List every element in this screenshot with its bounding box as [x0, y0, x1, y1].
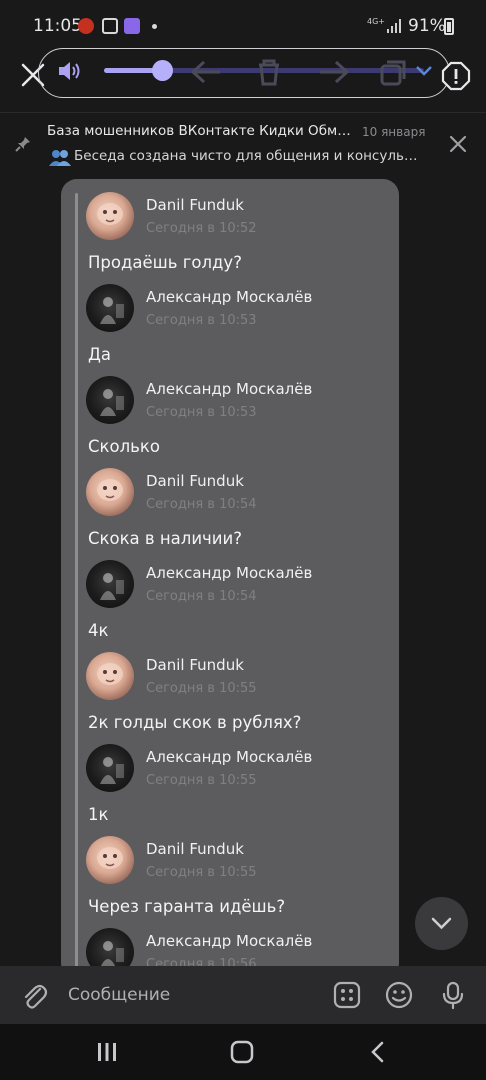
scroll-down-button[interactable] — [415, 897, 468, 950]
message-text: 2к голды скок в рублях? — [88, 713, 302, 732]
avatar-face-icon — [97, 203, 123, 225]
message-time: Сегодня в 10:54 — [146, 589, 257, 604]
message-input[interactable]: Сообщение — [68, 985, 170, 1005]
chevron-down-icon — [431, 917, 452, 930]
message-author[interactable]: Александр Москалёв — [146, 380, 312, 398]
people-emoji-icon — [49, 150, 71, 166]
message-time: Сегодня в 10:55 — [146, 681, 257, 696]
message-input-bar: Сообщение — [0, 966, 486, 1024]
report-icon[interactable] — [441, 61, 471, 91]
message-text: Через гаранта идёшь? — [88, 897, 286, 916]
emoji-icon[interactable] — [384, 980, 414, 1010]
network-type: 4G+ — [367, 17, 385, 26]
pin-icon — [15, 137, 30, 152]
notification-app-icon — [78, 18, 94, 34]
avatar[interactable] — [86, 284, 134, 332]
avatar-figure-icon — [100, 757, 124, 784]
selection-toolbar — [0, 44, 486, 104]
message-text: Скока в наличии? — [88, 529, 242, 548]
avatar-face-icon — [97, 479, 123, 501]
avatar-face-icon — [97, 663, 123, 685]
message-time: Сегодня в 10:55 — [146, 773, 257, 788]
forward-icon[interactable] — [316, 58, 350, 86]
avatar-figure-icon — [100, 297, 124, 324]
avatar-face-icon — [97, 847, 123, 869]
message-entry[interactable]: Danil Funduk Сегодня в 10:55 Через гаранта… — [61, 828, 399, 920]
signal-icon — [387, 19, 401, 33]
avatar-figure-icon — [100, 389, 124, 416]
avatar[interactable] — [86, 836, 134, 884]
message-time: Сегодня в 10:53 — [146, 313, 257, 328]
pinned-text: Беседа создана чисто для общения и консу… — [74, 148, 420, 164]
system-navigation-bar — [0, 1024, 486, 1080]
app-icon — [124, 18, 140, 34]
battery-icon — [444, 18, 454, 35]
message-time: Сегодня в 10:55 — [146, 865, 257, 880]
message-time: Сегодня в 10:52 — [146, 221, 257, 236]
message-entry[interactable]: Александр Москалёв Сегодня в 10:53 Да — [61, 276, 399, 368]
reply-icon[interactable] — [190, 58, 224, 86]
gallery-icon — [102, 18, 118, 34]
recent-apps-icon[interactable] — [94, 1040, 120, 1064]
message-entry[interactable]: Александр Москалёв Сегодня в 10:55 1к — [61, 736, 399, 828]
message-entry[interactable]: Danil Funduk Сегодня в 10:55 2к голды скок… — [61, 644, 399, 736]
status-time: 11:05 — [33, 16, 82, 36]
home-icon[interactable] — [229, 1040, 255, 1064]
message-author[interactable]: Александр Москалёв — [146, 288, 312, 306]
delete-icon[interactable] — [252, 58, 286, 86]
sticker-keyboard-icon[interactable] — [332, 980, 362, 1010]
microphone-icon[interactable] — [438, 980, 468, 1010]
message-author[interactable]: Danil Funduk — [146, 656, 244, 674]
message-author[interactable]: Danil Funduk — [146, 472, 244, 490]
avatar[interactable] — [86, 744, 134, 792]
message-entry[interactable]: Danil Funduk Сегодня в 10:54 Скока в налич… — [61, 460, 399, 552]
back-icon[interactable] — [366, 1040, 392, 1064]
avatar[interactable] — [86, 376, 134, 424]
message-text: 1к — [88, 805, 109, 824]
message-time: Сегодня в 10:53 — [146, 405, 257, 420]
message-text: Да — [88, 345, 112, 364]
volume-icon[interactable] — [55, 57, 83, 85]
avatar-figure-icon — [100, 573, 124, 600]
more-notifications-icon — [152, 24, 157, 29]
pinned-message[interactable]: База мошенников ВКонтакте Кидки Обман...… — [0, 112, 486, 176]
battery-level: 91% — [408, 16, 446, 36]
message-author[interactable]: Danil Funduk — [146, 196, 244, 214]
forwarded-messages-card[interactable]: Danil Funduk Сегодня в 10:52 Продаёшь голд… — [61, 179, 399, 979]
message-text: Сколько — [88, 437, 160, 456]
volume-slider-handle[interactable] — [152, 60, 173, 81]
avatar[interactable] — [86, 468, 134, 516]
message-author[interactable]: Александр Москалёв — [146, 564, 312, 582]
message-entry[interactable]: Александр Москалёв Сегодня в 10:53 Сколько — [61, 368, 399, 460]
message-author[interactable]: Александр Москалёв — [146, 748, 312, 766]
message-text: Продаёшь голду? — [88, 253, 242, 272]
message-author[interactable]: Александр Москалёв — [146, 932, 312, 950]
message-entry[interactable]: Александр Москалёв Сегодня в 10:54 4к — [61, 552, 399, 644]
pinned-title: База мошенников ВКонтакте Кидки Обман... — [47, 123, 357, 139]
avatar[interactable] — [86, 652, 134, 700]
pinned-close-icon[interactable] — [448, 134, 468, 154]
avatar[interactable] — [86, 192, 134, 240]
message-entry[interactable]: Danil Funduk Сегодня в 10:52 Продаёшь голд… — [61, 184, 399, 276]
chevron-down-icon[interactable] — [414, 64, 434, 78]
avatar[interactable] — [86, 560, 134, 608]
message-text: 4к — [88, 621, 109, 640]
copy-icon[interactable] — [376, 58, 410, 86]
message-time: Сегодня в 10:54 — [146, 497, 257, 512]
message-author[interactable]: Danil Funduk — [146, 840, 244, 858]
pinned-date: 10 января — [362, 125, 426, 139]
attach-icon[interactable] — [20, 981, 48, 1011]
